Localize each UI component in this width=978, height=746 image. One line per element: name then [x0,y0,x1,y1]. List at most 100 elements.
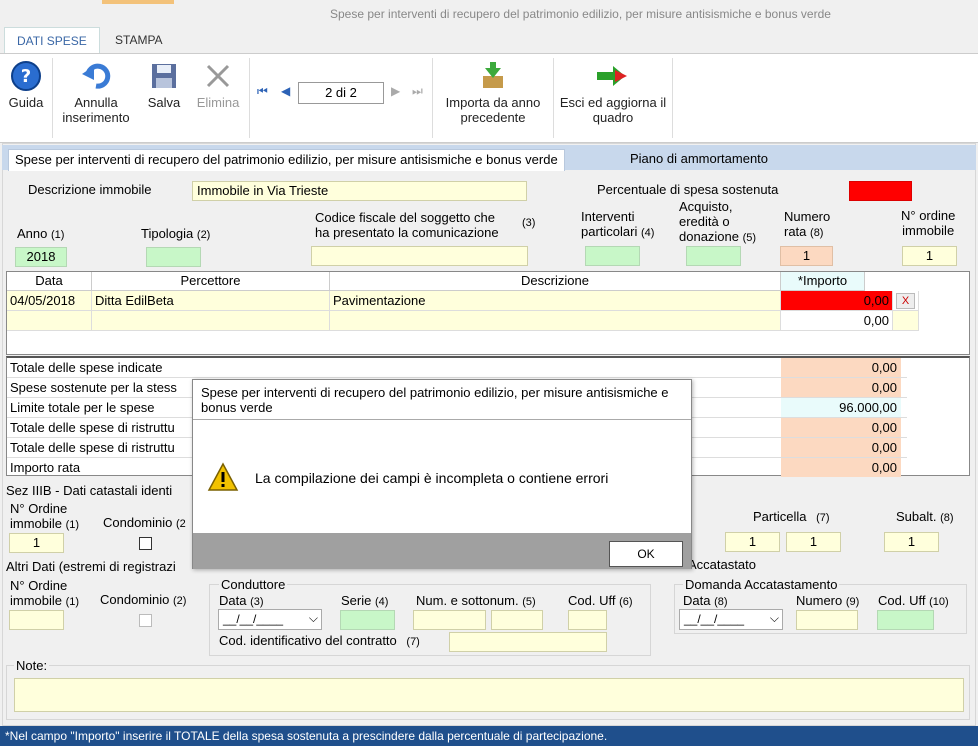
salva-button[interactable]: Salva [144,60,184,110]
altri-condominio-checkbox[interactable] [139,614,152,627]
notes-field[interactable] [14,678,964,712]
particella-field-b[interactable]: 1 [786,532,841,552]
window-title: Spese per interventi di recupero del pat… [330,7,831,21]
chevron-down-icon: ⌵ [769,611,779,625]
table-cell-data[interactable] [7,311,92,331]
ordine-label: N° ordine immobile [901,208,956,238]
table-cell-percettore[interactable] [92,311,330,331]
particella-field-a[interactable]: 1 [725,532,780,552]
separator [553,58,554,138]
total-value: 0,00 [781,378,901,397]
elimina-button[interactable]: Elimina [193,60,243,110]
percentuale-label: Percentuale di spesa sostenuta [597,182,779,197]
domanda-data-combo[interactable]: __/__/____ ⌵ [679,609,783,630]
delete-row-button[interactable]: X [893,291,919,311]
data-combo-value: __/__/____ [223,612,284,626]
total-value: 0,00 [781,438,901,457]
codice-label: Codice fiscale del soggetto che ha presen… [315,210,499,240]
contratto-label: Cod. identificativo del contratto (7) [219,633,420,648]
importa-label: Importa da anno precedente [445,95,541,125]
table-cell-descrizione[interactable]: Pavimentazione [330,291,781,311]
data-label: Data (3) [219,593,264,608]
num-field[interactable] [413,610,486,630]
last-icon[interactable]: ⏭ [412,84,423,99]
contratto-field[interactable] [449,632,607,652]
sottonum-field[interactable] [491,610,543,630]
anno-field[interactable]: 2018 [15,247,67,267]
total-value: 96.000,00 [781,398,901,417]
acquisto-label: Acquisto, eredità o donazione (5) [679,199,757,244]
ok-button[interactable]: OK [609,541,683,567]
total-value: 0,00 [781,418,901,437]
svg-text:?: ? [21,66,31,87]
esci-label: Esci ed aggiorna il quadro [559,95,667,125]
first-icon[interactable]: ⏮ [257,84,268,99]
tab-dati-spese[interactable]: DATI SPESE [4,27,100,53]
import-icon [483,62,503,88]
guida-label: Guida [8,95,44,110]
dialog-footer: OK [193,533,691,569]
col-header-percettore[interactable]: Percettore [92,272,330,291]
sez3b-condominio-label: Condominio (2 [103,515,186,530]
cod-uff2-label: Cod. Uff (10) [878,593,949,608]
next-icon[interactable]: ▶ [391,84,400,98]
total-label: Spese sostenute per la stess [10,380,177,395]
col-header-descrizione[interactable]: Descrizione [330,272,781,291]
tab-piano-ammortamento[interactable]: Piano di ammortamento [624,149,774,171]
dialog-message: La compilazione dei campi è incompleta o… [255,470,609,486]
numero-rata-field[interactable]: 1 [780,246,833,266]
serie-label: Serie (4) [341,593,389,608]
cod-uff2-field[interactable] [877,610,934,630]
sez3b-condominio-checkbox[interactable] [139,537,152,550]
altri-ordine-field[interactable] [9,610,64,630]
altri-ordine-label: N° Ordine immobile (1) [10,578,80,608]
numero-field[interactable] [796,610,858,630]
domanda-title: Domanda Accatastamento [683,577,840,592]
dialog-title: Spese per interventi di recupero del pat… [193,380,691,420]
altri-title: Altri Dati (estremi di registrazi [6,559,176,574]
altri-condominio-label: Condominio (2) [100,592,187,607]
percentuale-field[interactable] [849,181,912,201]
elimina-label: Elimina [196,95,240,110]
esci-button[interactable]: Esci ed aggiorna il quadro [557,60,669,125]
tab-spese[interactable]: Spese per interventi di recupero del pat… [8,149,565,171]
cod-uff-field[interactable] [568,610,607,630]
record-counter[interactable]: 2 di 2 [298,82,384,104]
tipologia-label: Tipologia (2) [141,226,211,241]
table-cell-importo[interactable]: 0,00 [781,291,893,311]
separator [432,58,433,138]
codice-fiscale-field[interactable] [311,246,528,266]
guida-button[interactable]: ? Guida [6,60,46,110]
numero-rata-label: Numero rata (8) [784,209,831,239]
ordine-field[interactable]: 1 [902,246,957,266]
annulla-button[interactable]: Annulla inserimento [56,60,136,125]
acquisto-field[interactable] [686,246,741,266]
table-cell-importo[interactable]: 0,00 [781,311,893,331]
tab-stampa[interactable]: STAMPA [103,27,175,53]
cod-uff-label: Cod. Uff (6) [568,593,633,608]
prev-icon[interactable]: ◀ [281,84,290,98]
subalt-field[interactable]: 1 [884,532,939,552]
interventi-label: Interventi particolari (4) [581,209,655,239]
col-header-data[interactable]: Data [7,272,92,291]
table-cell-percettore[interactable]: Ditta EdilBeta [92,291,330,311]
serie-field[interactable] [340,610,395,630]
codice-num: (3) [522,217,536,229]
domanda-data-label: Data (8) [683,593,728,608]
numero-label: Numero (9) [796,593,860,608]
tipologia-field[interactable] [146,247,201,267]
undo-icon [82,63,111,89]
sez3b-ordine-field[interactable]: 1 [9,533,64,553]
help-icon: ? [11,61,41,91]
table-cell-empty [893,311,919,331]
table-cell-data[interactable]: 04/05/2018 [7,291,92,311]
chevron-down-icon: ⌵ [308,611,318,625]
importa-button[interactable]: Importa da anno precedente [436,60,550,125]
data-combo[interactable]: __/__/____ ⌵ [218,609,322,630]
sez3b-title: Sez IIIB - Dati catastali identi [6,483,173,498]
col-header-importo[interactable]: *Importo [781,272,865,291]
descrizione-field[interactable]: Immobile in Via Trieste [192,181,527,201]
table-cell-descrizione[interactable] [330,311,781,331]
total-label: Totale delle spese di ristruttu [10,420,175,435]
interventi-field[interactable] [585,246,640,266]
